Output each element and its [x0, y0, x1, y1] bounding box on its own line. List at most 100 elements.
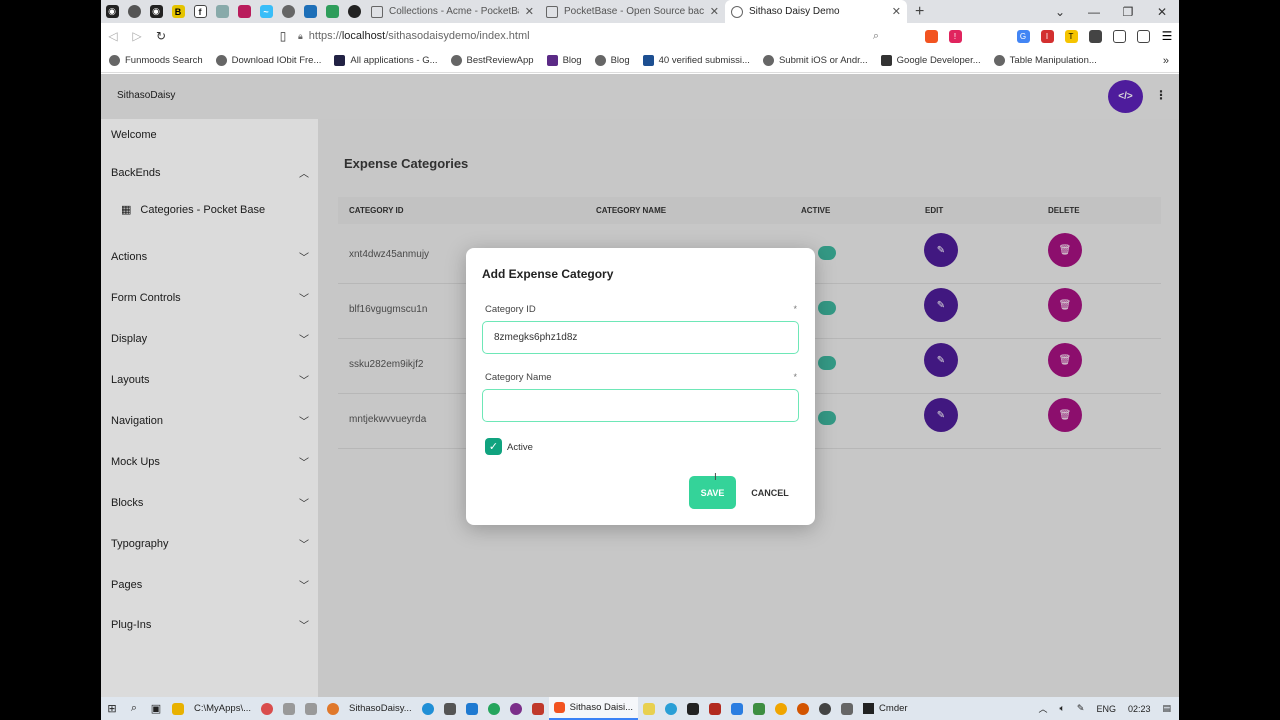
start-icon[interactable]: ⊞	[101, 697, 123, 720]
restore-icon[interactable]: ❐	[1111, 5, 1145, 19]
speaker-icon[interactable]: 🔈︎	[1059, 703, 1064, 714]
bookmark-item[interactable]: BestReviewApp	[450, 55, 534, 66]
bookmark-item[interactable]: All applications - G...	[334, 55, 438, 66]
bookmarks-overflow-icon[interactable]: »	[1163, 55, 1169, 67]
taskbar-app-icon[interactable]	[505, 697, 527, 720]
task-view-icon[interactable]: ▣	[145, 697, 167, 720]
taskbar-app-icon[interactable]	[439, 697, 461, 720]
pen-icon[interactable]: ✎	[1077, 703, 1085, 714]
taskbar-app-explorer[interactable]: C:\MyApps\...	[189, 697, 256, 720]
sidebar-icon[interactable]	[1107, 29, 1131, 43]
filezilla-icon[interactable]	[704, 697, 726, 720]
notifications-icon[interactable]: ▤	[1162, 703, 1171, 714]
taskbar-app-icon[interactable]	[726, 697, 748, 720]
menu-icon[interactable]: ☰	[1155, 29, 1179, 43]
bookmark-icon[interactable]: ▯	[271, 29, 295, 43]
taskbar-app-icon[interactable]	[300, 697, 322, 720]
extensions-bar: ! G I T ☰	[919, 23, 1179, 49]
active-label: Active	[507, 442, 533, 453]
vscode-icon[interactable]	[461, 697, 483, 720]
pinned-tab-8[interactable]: ~	[255, 0, 277, 23]
taskbar-app-icon[interactable]	[792, 697, 814, 720]
forward-icon[interactable]: ▷	[125, 29, 149, 43]
url-field[interactable]: 🔒︎ https:// localhost /sithasodaisydemo/…	[298, 26, 885, 46]
pinned-tab-6[interactable]	[211, 0, 233, 23]
telegram-icon[interactable]	[660, 697, 682, 720]
search-icon[interactable]: ⌕	[123, 697, 145, 720]
translate-icon[interactable]: G	[1011, 29, 1035, 43]
bookmark-favicon-icon	[109, 55, 120, 66]
pinned-tab-github[interactable]: ◉	[101, 0, 123, 23]
active-checkbox[interactable]: ✓	[485, 438, 502, 455]
pinned-tab-10[interactable]	[299, 0, 321, 23]
close-tab-icon[interactable]: ✕	[710, 5, 719, 18]
taskbar-app-icon[interactable]	[836, 697, 858, 720]
tab-favicon-icon	[731, 5, 743, 18]
pinned-tab-12[interactable]	[343, 0, 365, 23]
reload-icon[interactable]: ↻	[149, 29, 173, 43]
tab-search-icon[interactable]: ⌄	[1043, 5, 1077, 19]
close-tab-icon[interactable]: ✕	[525, 5, 534, 18]
pinned-tab-11[interactable]	[321, 0, 343, 23]
bookmark-item[interactable]: Google Developer...	[880, 55, 981, 66]
brave-shield-icon[interactable]	[919, 29, 943, 43]
terminal-icon[interactable]	[682, 697, 704, 720]
taskbar-app-icon[interactable]	[417, 697, 439, 720]
close-window-icon[interactable]: ✕	[1145, 5, 1179, 19]
bookmark-item[interactable]: Submit iOS or Andr...	[762, 55, 868, 66]
taskbar-app-icon[interactable]	[814, 697, 836, 720]
taskbar-app-browser[interactable]: Sithaso Daisi...	[548, 697, 639, 720]
pinned-tab-4[interactable]: B	[167, 0, 189, 23]
extension-icon[interactable]: I	[1035, 29, 1059, 43]
category-name-input[interactable]	[482, 389, 799, 422]
lock-icon: 🔒︎	[298, 30, 303, 41]
taskbar-app-icon[interactable]	[638, 697, 660, 720]
tab-collections[interactable]: Collections - Acme - PocketBase ✕	[365, 0, 540, 23]
puzzle-icon[interactable]	[1083, 29, 1107, 43]
pinned-tab-7[interactable]	[233, 0, 255, 23]
person-icon	[325, 5, 339, 18]
bookmark-item[interactable]: Blog	[546, 55, 582, 66]
tray-overflow-icon[interactable]: ︿	[1038, 702, 1047, 715]
zoom-icon[interactable]: ⌕	[873, 30, 879, 43]
address-toolbar: ◁ ▷ ↻ ▯ 🔒︎ https:// localhost /sithasoda…	[101, 23, 1179, 49]
taskbar-app-icon[interactable]	[748, 697, 770, 720]
bookmark-item[interactable]: Funmoods Search	[109, 55, 203, 66]
bookmark-item[interactable]: Blog	[594, 55, 630, 66]
system-tray: ︿ 🔈︎ ✎ ENG 02:23 ▤	[1026, 697, 1171, 720]
pinned-tab-github-2[interactable]: ◉	[145, 0, 167, 23]
taskbar-app-icon[interactable]	[256, 697, 278, 720]
bookmark-label: Funmoods Search	[125, 55, 203, 66]
language-indicator[interactable]: ENG	[1096, 704, 1116, 714]
pinned-tab-2[interactable]	[123, 0, 145, 23]
taskbar-app-icon[interactable]	[278, 697, 300, 720]
facebook-icon: f	[193, 5, 207, 18]
category-id-input[interactable]: 8zmegks6phz1d8z	[482, 321, 799, 354]
bookmark-item[interactable]: Table Manipulation...	[993, 55, 1097, 66]
cancel-button[interactable]: CANCEL	[747, 476, 793, 509]
taskbar-app-cmder[interactable]: Cmder	[858, 697, 913, 720]
pinned-tab-facebook[interactable]: f	[189, 0, 211, 23]
whatsapp-icon[interactable]	[483, 697, 505, 720]
app-icon	[237, 5, 251, 18]
tab-sithaso-daisy[interactable]: Sithaso Daisy Demo ✕	[725, 0, 907, 23]
wallet-icon[interactable]	[1131, 29, 1155, 43]
taskbar-app-icon[interactable]	[322, 697, 344, 720]
minimize-icon[interactable]: —	[1077, 5, 1111, 19]
save-button[interactable]: SAVE	[689, 476, 736, 509]
taskbar-app-sithasodaisy[interactable]: SithasoDaisy...	[344, 697, 417, 720]
extension-t-icon[interactable]: T	[1059, 29, 1083, 43]
folder-icon[interactable]	[167, 697, 189, 720]
close-tab-icon[interactable]: ✕	[892, 5, 901, 18]
brave-rewards-icon[interactable]: !	[943, 29, 967, 43]
back-icon[interactable]: ◁	[101, 29, 125, 43]
taskbar-app-icon[interactable]	[770, 697, 792, 720]
bookmark-item[interactable]: 40 verified submissi...	[642, 55, 750, 66]
pinned-tab-9[interactable]	[277, 0, 299, 23]
screen: ◉ ◉ B f ~ Collections - Acme - PocketBas…	[0, 0, 1280, 720]
new-tab-icon[interactable]: +	[915, 3, 924, 21]
clock[interactable]: 02:23	[1128, 704, 1151, 714]
bookmark-item[interactable]: Download IObit Fre...	[215, 55, 321, 66]
tab-pocketbase[interactable]: PocketBase - Open Source backend in ✕	[540, 0, 725, 23]
taskbar-app-icon[interactable]	[527, 697, 549, 720]
